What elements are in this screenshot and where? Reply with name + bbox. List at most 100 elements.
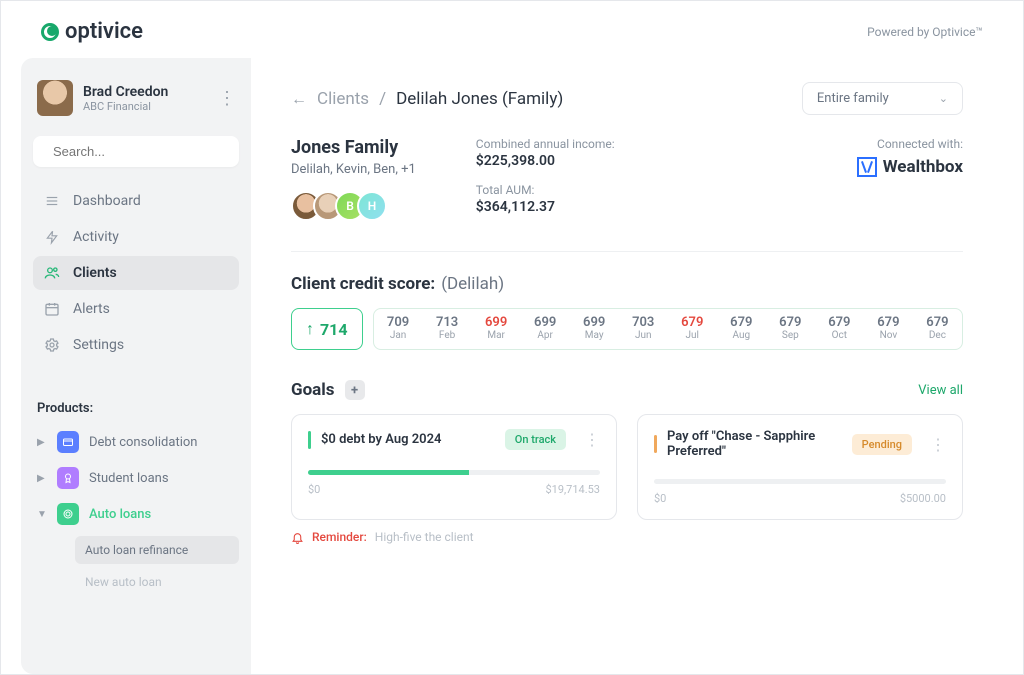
credit-score-value: 714 [320,320,348,339]
credit-month-cell: 699May [570,315,619,343]
caret-right-icon: ▶ [37,437,47,448]
goals-header: Goals + View all [291,380,963,400]
goal-range-min: $0 [308,483,320,496]
credit-month-value: 679 [668,315,717,330]
nav-label: Activity [73,229,119,245]
menu-lines-icon [43,194,61,208]
credit-month-value: 679 [717,315,766,330]
app-window: optivice Powered by Optivice™ Brad Creed… [0,0,1024,675]
caret-down-icon: ▼ [37,509,47,520]
nav-dashboard[interactable]: Dashboard [33,184,239,218]
goals-title-text: Goals [291,380,335,400]
brand-text: optivice [65,19,143,44]
credit-score-history: 709Jan713Feb699Mar699Apr699May703Jun679J… [373,308,963,350]
goal-progress-track [654,479,946,484]
card-icon [57,431,79,453]
user-profile[interactable]: Brad Creedon ABC Financial ⋮ [33,74,239,126]
product-label: Auto loans [89,507,151,522]
credit-month-label: Jan [374,330,423,341]
credit-month-value: 703 [619,315,668,330]
credit-title-text: Client credit score: [291,274,435,294]
goal-range-max: $5000.00 [900,492,946,505]
users-icon [43,265,61,281]
aum-label: Total AUM: [476,183,615,197]
product-auto-loans[interactable]: ▼ Auto loans [33,496,239,532]
credit-month-label: Mar [472,330,521,341]
reminder-label: Reminder: [312,530,367,544]
target-icon [57,503,79,525]
products-heading: Products: [33,401,239,424]
breadcrumb-row: ← Clients / Delilah Jones (Family) Entir… [291,82,963,115]
topbar: optivice Powered by Optivice™ [1,1,1023,58]
calendar-icon [43,301,61,317]
goal-progress-track [308,470,600,475]
credit-month-value: 679 [766,315,815,330]
income-value: $225,398.00 [476,153,615,169]
credit-title-who: (Delilah) [441,274,504,294]
nav-settings[interactable]: Settings [33,328,239,362]
member-avatar-badge[interactable]: H [357,191,387,221]
credit-score-row: ↑ 714 709Jan713Feb699Mar699Apr699May703J… [291,308,963,350]
avatar-stack: B H [291,191,416,221]
family-members: Delilah, Kevin, Ben, +1 [291,162,416,177]
credit-month-cell: 679Oct [815,315,864,343]
goal-status-badge: Pending [852,434,912,455]
brand-mark-icon [41,23,59,41]
wealthbox-icon [857,157,877,177]
goal-status-badge: On track [505,429,566,450]
credit-month-value: 699 [472,315,521,330]
goal-range-max: $19,714.53 [545,483,600,496]
credit-score-current: ↑ 714 [291,308,363,350]
goal-accent [308,431,311,449]
user-avatar [37,80,73,116]
credit-month-label: Oct [815,330,864,341]
credit-month-cell: 679Aug [717,315,766,343]
aum-value: $364,112.37 [476,199,615,215]
nav-label: Dashboard [73,193,141,209]
user-menu-icon[interactable]: ⋮ [218,88,235,109]
brand-logo: optivice [41,19,143,44]
search-box[interactable] [33,136,239,167]
bolt-icon [43,229,61,245]
product-sub-refinance[interactable]: Auto loan refinance [75,536,239,564]
product-debt-consolidation[interactable]: ▶ Debt consolidation [33,424,239,460]
nav-activity[interactable]: Activity [33,220,239,254]
user-name: Brad Creedon [83,84,168,100]
goal-title: $0 debt by Aug 2024 [321,432,495,447]
goal-card[interactable]: $0 debt by Aug 2024 On track ⋮ $0 $19,714.53 [291,414,617,520]
goal-menu-icon[interactable]: ⋮ [930,435,946,454]
credit-month-value: 679 [815,315,864,330]
product-sub-new-loan[interactable]: New auto loan [75,568,239,596]
add-goal-button[interactable]: + [345,380,365,400]
credit-month-label: May [570,330,619,341]
breadcrumb-section[interactable]: Clients [317,89,369,109]
family-scope-select[interactable]: Entire family ⌄ [802,82,963,115]
bell-icon [291,531,304,544]
reminder-text: High-five the client [375,530,474,544]
nav-clients[interactable]: Clients [33,256,239,290]
goal-progress-fill [308,470,469,475]
goal-cards: $0 debt by Aug 2024 On track ⋮ $0 $19,714.53… [291,414,963,520]
search-input[interactable] [53,144,229,159]
income-label: Combined annual income: [476,137,615,151]
credit-month-label: Dec [913,330,962,341]
credit-month-cell: 709Jan [374,315,423,343]
goal-menu-icon[interactable]: ⋮ [584,430,600,449]
credit-month-label: Jun [619,330,668,341]
product-label: Student loans [89,471,169,486]
gear-icon [43,337,61,353]
goal-card[interactable]: Pay off "Chase - Sapphire Preferred"Pend… [637,414,963,520]
view-all-goals-link[interactable]: View all [918,383,963,398]
sidebar: Brad Creedon ABC Financial ⋮ Dashboard A… [21,58,251,674]
credit-month-value: 709 [374,315,423,330]
family-summary: Jones Family Delilah, Kevin, Ben, +1 B H… [291,137,963,221]
credit-month-value: 713 [423,315,472,330]
back-arrow-icon[interactable]: ← [291,89,307,109]
credit-month-cell: 679Sep [766,315,815,343]
nav-label: Alerts [73,301,110,317]
nav-alerts[interactable]: Alerts [33,292,239,326]
integration-logo: Wealthbox [857,157,963,177]
product-student-loans[interactable]: ▶ Student loans [33,460,239,496]
breadcrumb-separator: / [379,89,386,109]
credit-month-value: 699 [570,315,619,330]
